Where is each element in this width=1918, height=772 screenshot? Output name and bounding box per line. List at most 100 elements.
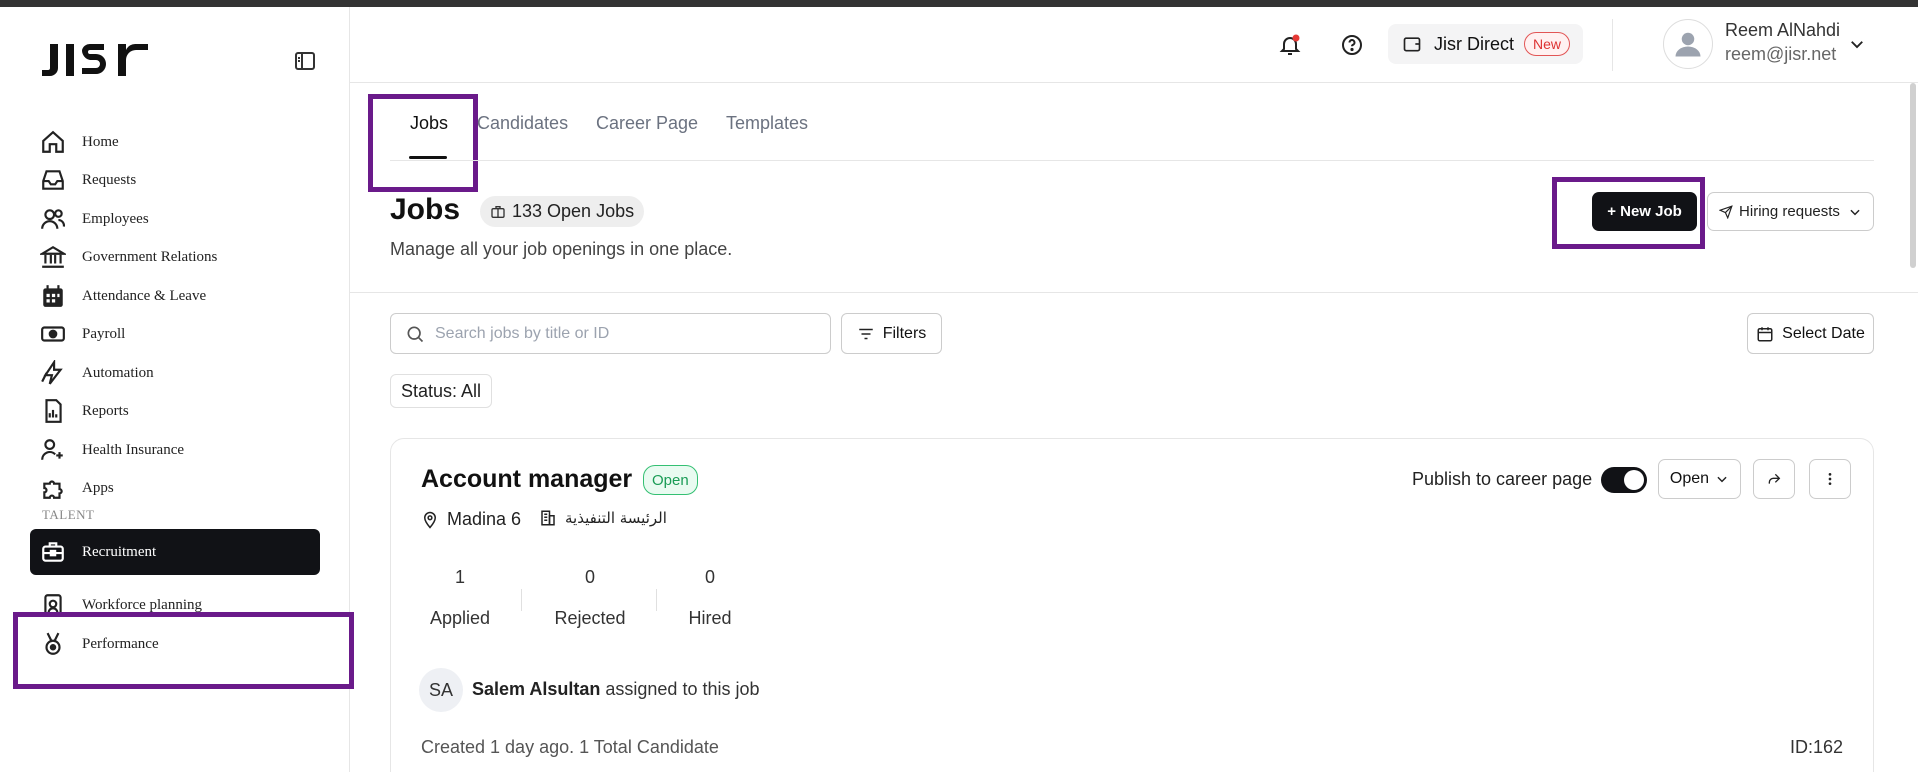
sidebar-item-attendance-leave[interactable]: Attendance & Leave xyxy=(30,278,320,314)
top-strip xyxy=(0,0,1918,7)
sidebar-item-health-insurance[interactable]: Health Insurance xyxy=(30,432,320,468)
share-button[interactable] xyxy=(1753,459,1795,499)
status-badge: Open xyxy=(643,465,698,495)
help-icon[interactable] xyxy=(1340,33,1366,59)
active-tab-underline xyxy=(409,156,447,159)
page-subtitle: Manage all your job openings in one plac… xyxy=(390,239,733,259)
department-label: الرئيسة التنفيذية xyxy=(565,509,667,527)
filters-label: Filters xyxy=(882,324,927,342)
sidebar-item-label: Reports xyxy=(82,402,129,419)
sidebar-item-label: Home xyxy=(82,133,119,150)
job-location: Madina 6 xyxy=(421,509,521,530)
new-job-button[interactable]: + New Job xyxy=(1592,192,1697,231)
job-id: ID:162 xyxy=(1789,737,1843,757)
job-title[interactable]: Account manager xyxy=(421,465,632,494)
assignee-line: Salem Alsultan assigned to this job xyxy=(472,679,760,700)
logo-mark xyxy=(42,43,148,76)
top-header: Jisr Direct New Reem AlNahdi reem@jisr.n… xyxy=(350,7,1918,83)
select-date-button[interactable]: Select Date xyxy=(1747,313,1874,354)
search-box[interactable] xyxy=(390,313,831,354)
publish-toggle[interactable] xyxy=(1601,467,1647,493)
assignee-avatar: SA xyxy=(419,668,463,712)
job-card[interactable]: Account manager Open Madina 6 الرئيسة ال… xyxy=(390,438,1874,772)
report-icon xyxy=(45,399,62,423)
send-icon xyxy=(1719,204,1733,219)
inbox-icon xyxy=(42,170,64,190)
jisr-direct-button[interactable]: Jisr Direct New xyxy=(1388,24,1583,64)
bell-icon[interactable] xyxy=(1278,33,1304,59)
header-divider xyxy=(1612,19,1613,71)
sidebar-item-reports[interactable]: Reports xyxy=(30,393,320,429)
sidebar-item-recruitment[interactable]: Recruitment xyxy=(30,529,320,575)
created-text: Created 1 day ago. 1 Total Candidate xyxy=(421,737,719,757)
bank-icon xyxy=(40,245,66,268)
user-name: Reem AlNahdi xyxy=(1725,20,1841,40)
hiring-requests-button[interactable]: Hiring requests xyxy=(1707,192,1874,231)
publish-label: Publish to career page xyxy=(1412,469,1593,489)
sidebar-item-apps[interactable]: Apps xyxy=(30,470,320,506)
calendar-icon xyxy=(1757,326,1773,341)
assignee-name: Salem Alsultan xyxy=(472,679,601,699)
sidebar-item-employees[interactable]: Employees xyxy=(30,201,320,237)
tab-candidates[interactable]: Candidates xyxy=(477,113,568,134)
share-icon xyxy=(1768,473,1781,484)
chevron-down-icon xyxy=(1850,209,1860,215)
location-pin-icon xyxy=(423,511,437,529)
automation-icon xyxy=(41,360,63,385)
open-jobs-count: 133 Open Jobs xyxy=(512,201,635,221)
stat-value: 0 xyxy=(584,567,595,587)
stat-rejected: 0 Rejected xyxy=(540,567,640,629)
page-title: Jobs xyxy=(390,193,461,226)
sidebar-item-automation[interactable]: Automation xyxy=(30,355,320,391)
job-status-dropdown[interactable]: Open xyxy=(1658,459,1741,499)
puzzle-icon xyxy=(43,480,63,499)
section-label-talent: TALENT xyxy=(42,507,95,522)
health-insurance-icon xyxy=(41,439,63,460)
sidebar-item-label: Attendance & Leave xyxy=(82,287,207,304)
stat-value: 1 xyxy=(454,567,465,587)
sidebar-item-government-relations[interactable]: Government Relations xyxy=(30,239,320,275)
stat-hired: 0 Hired xyxy=(660,567,760,629)
briefcase-icon xyxy=(491,205,505,218)
search-input[interactable] xyxy=(435,324,815,343)
sidebar-item-requests[interactable]: Requests xyxy=(30,162,320,198)
stat-label: Applied xyxy=(429,608,491,628)
sidebar-item-home[interactable]: Home xyxy=(30,124,320,160)
job-status-value: Open xyxy=(1669,470,1710,487)
filter-icon xyxy=(858,328,873,339)
tab-bar: Jobs Candidates Career Page Templates xyxy=(390,83,1874,161)
jisr-logo[interactable] xyxy=(40,40,152,91)
search-icon xyxy=(407,326,424,342)
avatar[interactable] xyxy=(1663,19,1713,69)
sidebar-item-label: Government Relations xyxy=(82,248,218,265)
open-jobs-badge: 133 Open Jobs xyxy=(480,196,645,227)
hiring-requests-label: Hiring requests xyxy=(1739,203,1840,220)
divider xyxy=(350,292,1918,293)
chevron-down-icon xyxy=(1717,476,1727,483)
sidebar-item-payroll[interactable]: Payroll xyxy=(30,316,320,352)
new-badge: New xyxy=(1524,32,1571,56)
briefcase-icon xyxy=(42,542,64,562)
location-label: Madina 6 xyxy=(447,509,522,529)
sidebar-collapse-icon[interactable] xyxy=(292,49,320,73)
cash-icon xyxy=(41,326,65,342)
scrollbar[interactable] xyxy=(1910,83,1916,268)
chevron-down-icon[interactable] xyxy=(1848,35,1866,53)
stat-divider xyxy=(521,589,522,611)
filters-button[interactable]: Filters xyxy=(841,313,942,354)
users-icon xyxy=(41,209,65,229)
tab-templates[interactable]: Templates xyxy=(726,113,808,134)
calendar-icon xyxy=(43,285,63,307)
tab-jobs[interactable]: Jobs xyxy=(410,113,448,134)
select-date-label: Select Date xyxy=(1782,324,1865,342)
status-filter-chip[interactable]: Status: All xyxy=(390,374,493,408)
building-icon xyxy=(541,510,555,526)
tab-career-page[interactable]: Career Page xyxy=(596,113,698,134)
sidebar-item-label: Automation xyxy=(82,364,154,381)
stat-label: Hired xyxy=(688,608,732,628)
sidebar-item-label: Apps xyxy=(82,479,114,496)
job-department: الرئيسة التنفيذية xyxy=(539,509,667,527)
more-options-button[interactable] xyxy=(1809,459,1851,499)
user-email: reem@jisr.net xyxy=(1725,44,1837,64)
user-icon xyxy=(1675,32,1701,57)
